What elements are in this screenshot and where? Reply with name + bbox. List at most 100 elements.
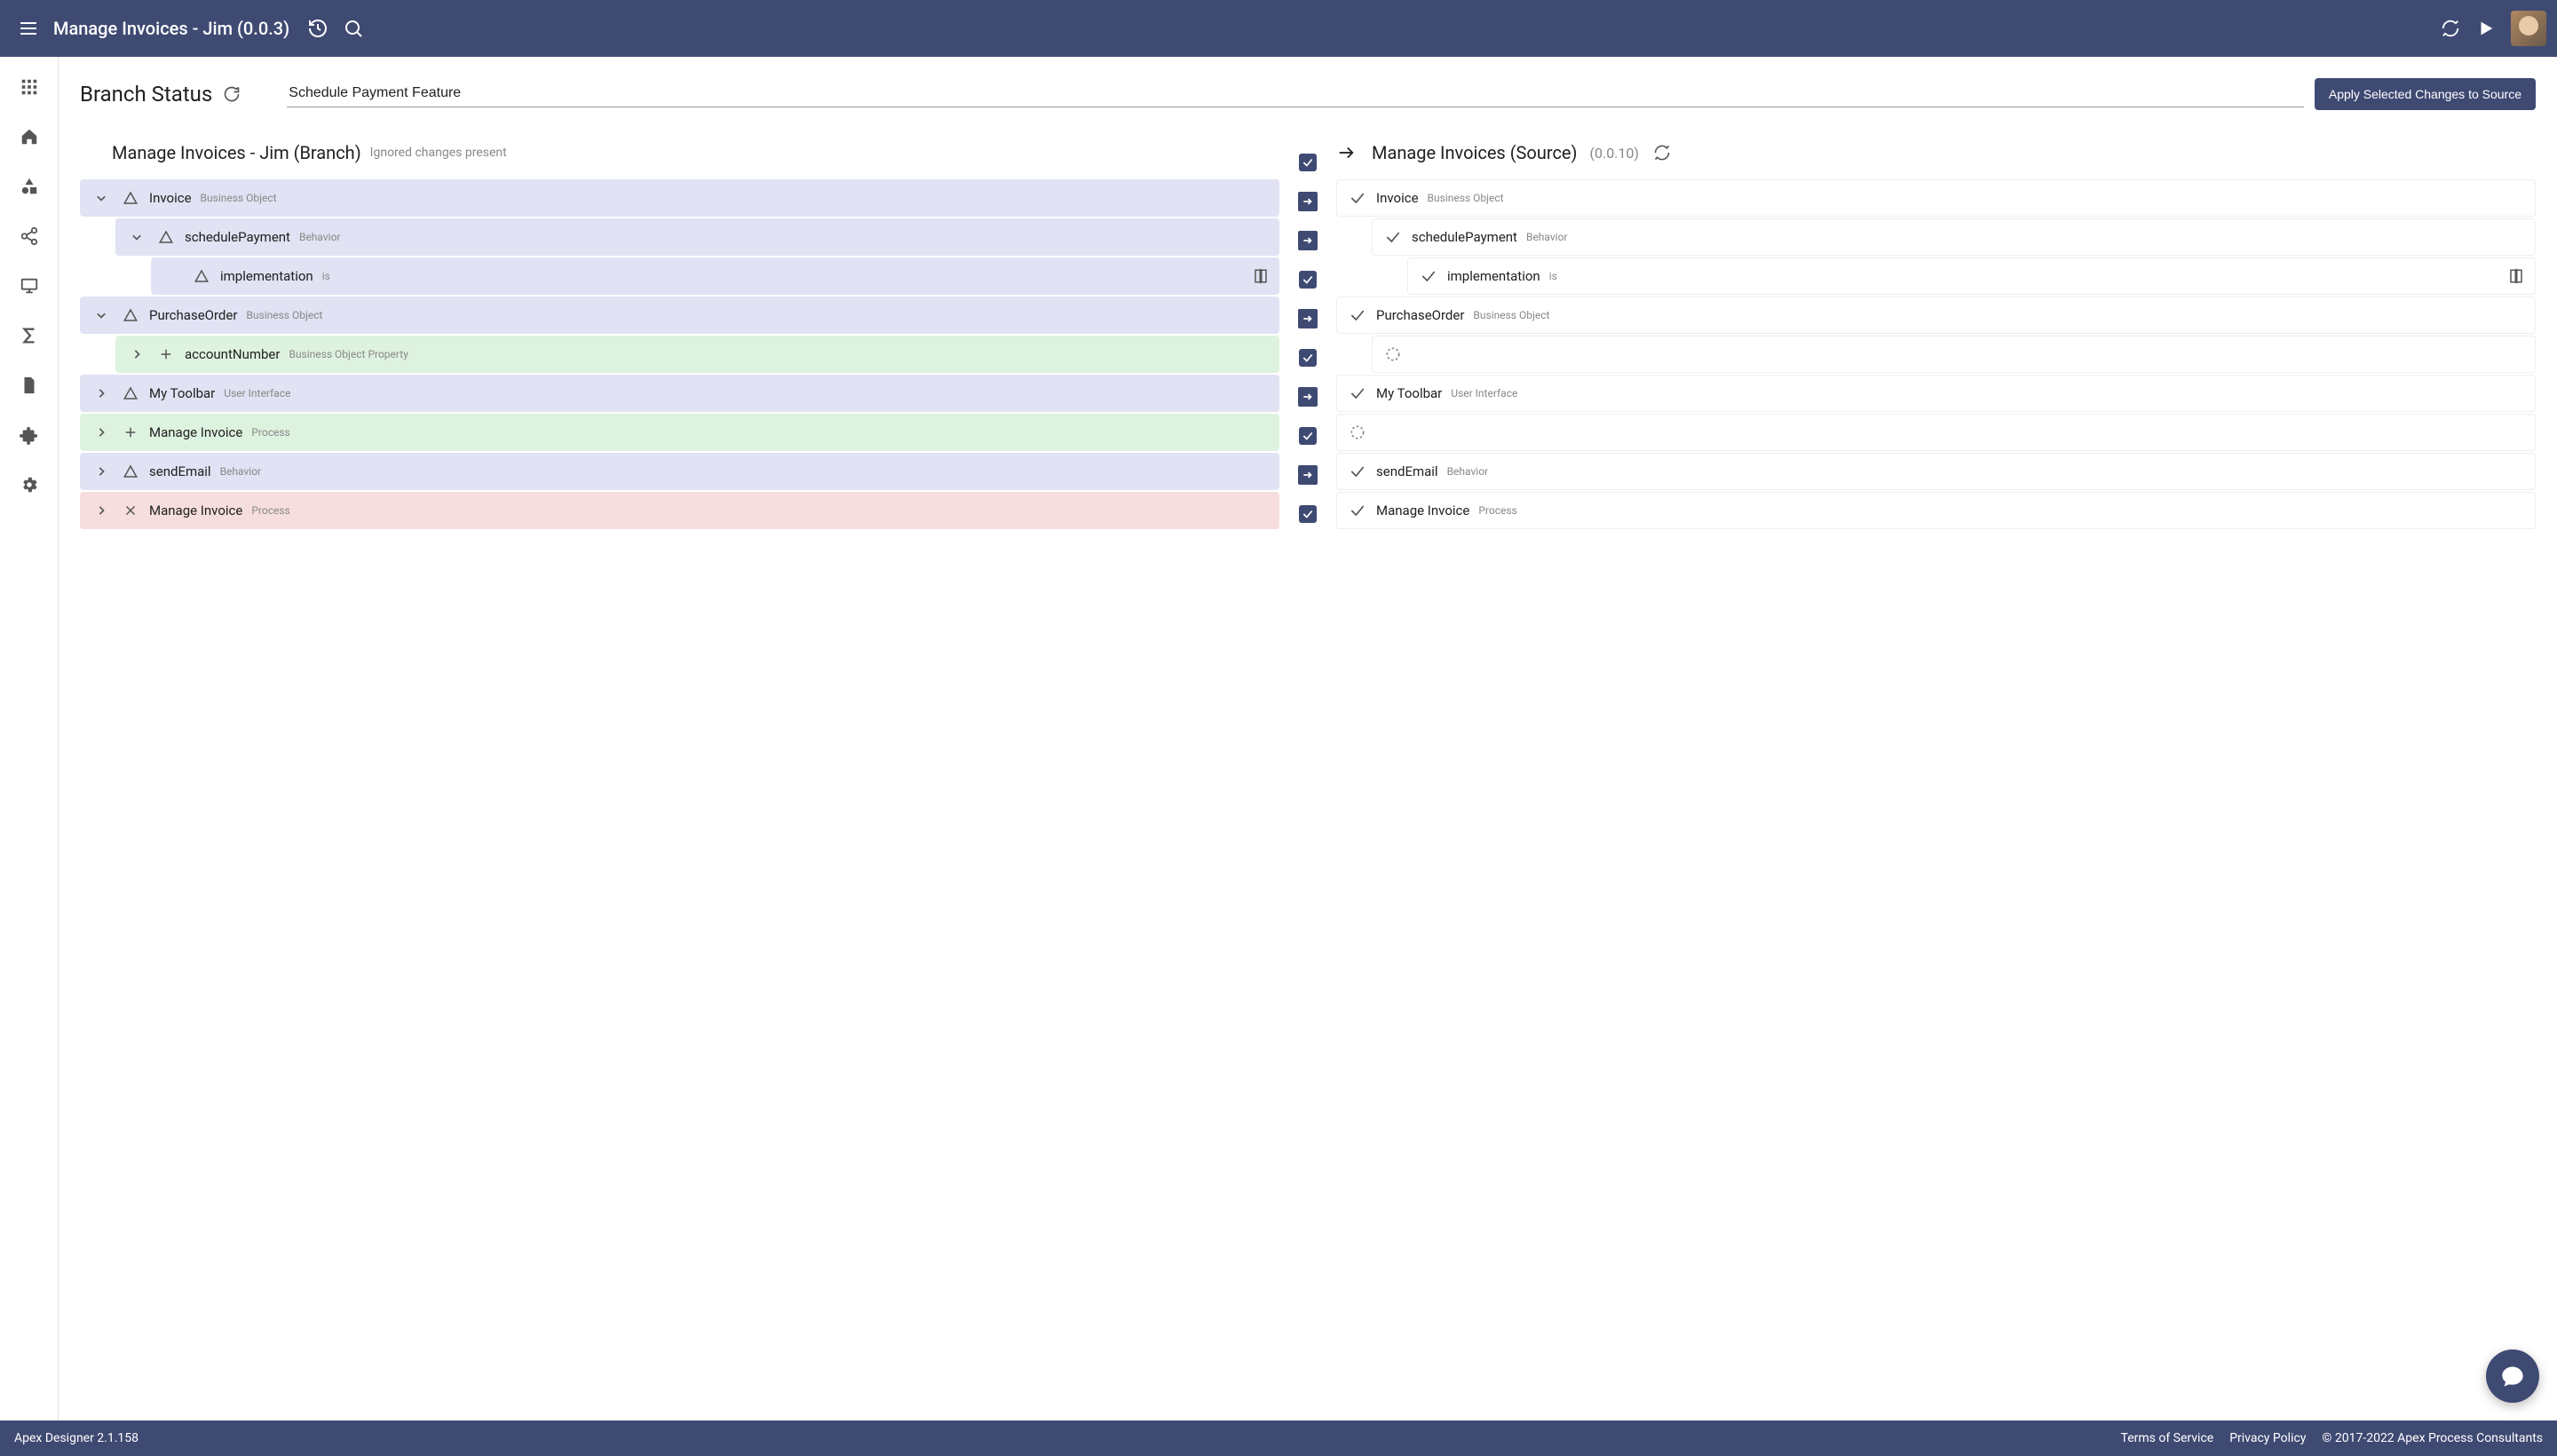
page-title: Branch Status [80, 82, 212, 107]
branch-row[interactable]: implementation is [151, 257, 1279, 295]
status-icon [156, 346, 176, 362]
apply-arrow[interactable] [1298, 183, 1318, 220]
rail-extensions[interactable] [17, 423, 42, 447]
branch-row[interactable]: schedulePaymentBehavior [115, 218, 1279, 256]
apply-changes-button[interactable]: Apply Selected Changes to Source [2315, 78, 2536, 110]
source-row[interactable]: sendEmailBehavior [1336, 453, 2536, 490]
rail-file[interactable] [17, 373, 42, 398]
branch-column-note: Ignored changes present [370, 146, 507, 160]
compare-button[interactable] [2508, 268, 2524, 284]
apply-arrow[interactable] [1298, 378, 1318, 415]
menu-button[interactable] [11, 11, 46, 46]
source-row[interactable]: implementationis [1407, 257, 2536, 295]
item-type: Process [251, 504, 289, 517]
source-row[interactable] [1336, 414, 2536, 451]
source-row[interactable]: PurchaseOrderBusiness Object [1336, 297, 2536, 334]
item-name: sendEmail [149, 463, 211, 479]
rail-functions[interactable] [17, 323, 42, 348]
source-row[interactable]: Manage InvoiceProcess [1336, 492, 2536, 529]
expand-toggle[interactable] [91, 306, 112, 324]
refresh-icon [223, 85, 241, 103]
select-all[interactable] [1299, 142, 1317, 183]
history-button[interactable] [300, 11, 336, 46]
branch-row[interactable]: sendEmailBehavior [80, 453, 1279, 490]
branch-row[interactable]: accountNumberBusiness Object Property [115, 336, 1279, 373]
refresh-button[interactable] [2433, 11, 2468, 46]
desktop-icon [20, 276, 39, 296]
run-button[interactable] [2468, 11, 2504, 46]
rail-desktop[interactable] [17, 273, 42, 298]
diff-columns: Manage Invoices - Jim (Branch) Ignored c… [80, 142, 2536, 534]
branch-row[interactable]: Manage InvoiceProcess [80, 492, 1279, 529]
select-checkbox[interactable] [1298, 261, 1318, 298]
search-button[interactable] [336, 11, 371, 46]
privacy-link[interactable]: Privacy Policy [2229, 1431, 2306, 1445]
item-name: PurchaseOrder [149, 307, 237, 323]
source-refresh-button[interactable] [1653, 144, 1671, 162]
status-icon [1419, 267, 1438, 285]
terms-link[interactable]: Terms of Service [2121, 1431, 2214, 1445]
apply-arrow[interactable] [1298, 222, 1318, 259]
item-name: schedulePayment [185, 229, 290, 245]
product-version: Apex Designer 2.1.158 [14, 1431, 139, 1445]
source-version: (0.0.10) [1590, 145, 1639, 162]
rail-shapes[interactable] [17, 174, 42, 199]
item-name: Manage Invoice [1376, 502, 1469, 518]
source-row[interactable]: schedulePaymentBehavior [1372, 218, 2536, 256]
chat-fab[interactable] [2486, 1349, 2539, 1403]
compare-button[interactable] [1253, 268, 1269, 284]
item-type: Business Object [1473, 309, 1549, 321]
source-row[interactable]: InvoiceBusiness Object [1336, 179, 2536, 217]
topbar: Manage Invoices - Jim (0.0.3) [0, 0, 2557, 57]
expand-toggle[interactable] [91, 502, 112, 519]
avatar[interactable] [2511, 11, 2546, 46]
shapes-icon [20, 177, 39, 196]
file-icon [20, 376, 39, 395]
branch-name-input[interactable] [287, 82, 2304, 107]
app-title: Manage Invoices - Jim (0.0.3) [53, 18, 289, 39]
select-checkbox[interactable] [1298, 339, 1318, 376]
branch-row[interactable]: PurchaseOrder Business Object [80, 297, 1279, 334]
expand-toggle[interactable] [91, 189, 112, 207]
rail-home[interactable] [17, 124, 42, 149]
rail-share[interactable] [17, 224, 42, 249]
branch-list: InvoiceBusiness ObjectschedulePaymentBeh… [80, 179, 1279, 529]
refresh-status-button[interactable] [223, 85, 241, 103]
item-name: Manage Invoice [149, 424, 242, 440]
hamburger-icon [18, 18, 39, 39]
copyright[interactable]: © 2017-2022 Apex Process Consultants [2322, 1431, 2543, 1445]
rail-apps[interactable] [17, 75, 42, 99]
expand-toggle[interactable] [91, 384, 112, 402]
apply-arrow[interactable] [1298, 300, 1318, 337]
apps-icon [20, 77, 39, 97]
source-row[interactable]: My ToolbarUser Interface [1336, 375, 2536, 412]
item-type: is [322, 270, 330, 282]
item-type: User Interface [1451, 387, 1517, 400]
source-column-header: Manage Invoices (Source) (0.0.10) [1336, 142, 2536, 179]
branch-row[interactable]: InvoiceBusiness Object [80, 179, 1279, 217]
expand-toggle[interactable] [91, 463, 112, 480]
expand-toggle[interactable] [126, 345, 147, 363]
share-icon [20, 226, 39, 246]
branch-row[interactable]: My ToolbarUser Interface [80, 375, 1279, 412]
item-name: schedulePayment [1412, 229, 1517, 245]
status-icon [1348, 463, 1367, 480]
expand-toggle[interactable] [91, 423, 112, 441]
main: Branch Status Apply Selected Changes to … [0, 57, 2557, 1420]
status-icon [121, 385, 140, 401]
item-name: implementation [220, 268, 313, 284]
source-row[interactable] [1372, 336, 2536, 373]
rail-settings[interactable] [17, 472, 42, 497]
status-icon [1348, 189, 1367, 207]
item-type: Business Object Property [289, 348, 408, 360]
select-checkbox[interactable] [1298, 417, 1318, 455]
item-type: Business Object [246, 309, 322, 321]
status-icon [192, 268, 211, 284]
item-type: Behavior [1447, 465, 1489, 478]
branch-row[interactable]: Manage InvoiceProcess [80, 414, 1279, 451]
status-icon [1383, 228, 1403, 246]
item-name: Invoice [149, 190, 192, 206]
select-checkbox[interactable] [1298, 495, 1318, 533]
expand-toggle[interactable] [126, 228, 147, 246]
apply-arrow[interactable] [1298, 456, 1318, 494]
